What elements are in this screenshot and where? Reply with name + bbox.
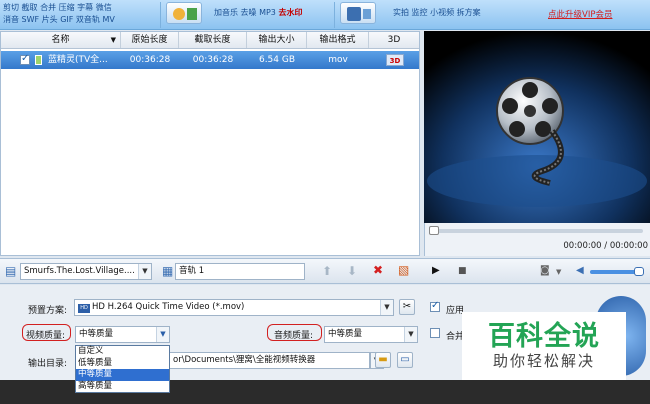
audio-track-icon: ▦ [162, 264, 174, 278]
vip-upgrade-link[interactable]: 点此升级VIP会员 [548, 8, 612, 20]
video-quality-value: 中等质量 [79, 329, 114, 339]
video-preview[interactable] [424, 31, 650, 223]
quality-option[interactable]: 低等质量 [76, 358, 169, 370]
playback-time: 00:00:00 / 00:00:00 [563, 241, 648, 251]
chevron-down-icon[interactable]: ▼ [156, 327, 169, 342]
video-quality-dropdown-list[interactable]: 自定义 低等质量 中等质量 高等质量 [75, 345, 170, 393]
media-toolbar: ▤ Smurfs.The.Lost.Village.... ▼ ▦ 音轨 1 ⬆… [0, 258, 650, 284]
column-header-original-length[interactable]: 原始长度 [121, 32, 179, 48]
watermark-title: 百科全说 [488, 321, 600, 352]
row-output-format: mov [328, 55, 348, 65]
column-header-cut-length[interactable]: 截取长度 [179, 32, 247, 48]
audio-tools-label[interactable]: 加音乐 去噪 MP3 [214, 8, 276, 17]
delete-icon[interactable]: ✖ [373, 263, 383, 277]
camera-snapshot-icon[interactable]: ◙ [540, 264, 550, 278]
playback-seek-area: 00:00:00 / 00:00:00 [424, 223, 650, 256]
subtitle-select[interactable]: Smurfs.The.Lost.Village.... ▼ [20, 263, 152, 280]
file-list-header: 名称 ▼ 原始长度 截取长度 输出大小 输出格式 3D [1, 32, 419, 49]
subtitle-icon: ▤ [5, 264, 17, 278]
row-name: 蓝精灵(TV全... [48, 55, 108, 65]
merge-checkbox[interactable] [430, 328, 440, 338]
camera-tool-icon[interactable] [340, 2, 376, 24]
watermark-tool-label[interactable]: 去水印 [278, 8, 302, 17]
preset-select[interactable]: HD HD H.264 Quick Time Video (*.mov) ▼ [74, 299, 394, 316]
edit-tools-line2[interactable]: 消音 SWF 片头 GIF 双音轨 MV [3, 14, 115, 25]
chevron-down-icon[interactable]: ▼ [138, 264, 151, 279]
audio-quality-label: 音频质量: [274, 331, 314, 341]
video-quality-select[interactable]: 中等质量 ▼ [75, 326, 170, 343]
move-up-icon[interactable]: ⬆ [322, 264, 332, 278]
chevron-down-icon[interactable]: ▼ [556, 265, 561, 279]
volume-slider[interactable] [590, 267, 644, 276]
column-name-label: 名称 [51, 35, 70, 45]
output-dir-label: 输出目录: [28, 359, 68, 369]
open-folder-icon[interactable]: ▭ [397, 352, 413, 368]
quality-option[interactable]: 自定义 [76, 346, 169, 358]
chevron-down-icon[interactable]: ▼ [404, 327, 417, 342]
row-original-length: 00:36:28 [129, 55, 171, 65]
stop-icon[interactable]: ■ [458, 264, 467, 278]
row-checkbox[interactable] [20, 53, 30, 65]
preset-select-value: HD H.264 Quick Time Video (*.mov) [92, 302, 245, 312]
row-cut-length: 00:36:28 [192, 55, 234, 65]
seek-slider[interactable] [429, 226, 643, 235]
toolbar-divider [160, 2, 161, 28]
volume-handle[interactable] [634, 267, 644, 276]
quality-option-selected[interactable]: 中等质量 [76, 369, 169, 381]
edit-tools-group[interactable]: 剪切 截取 合并 压缩 字幕 微信 消音 SWF 片头 GIF 双音轨 MV [0, 0, 160, 30]
quality-option[interactable]: 高等质量 [76, 381, 169, 393]
audio-tools[interactable]: 加音乐 去噪 MP3 去水印 [214, 7, 302, 18]
chevron-down-icon[interactable]: ▼ [380, 300, 393, 315]
move-down-icon[interactable]: ⬇ [347, 264, 357, 278]
audio-tool-icon[interactable] [166, 2, 202, 24]
top-toolbar: 剪切 截取 合并 压缩 字幕 微信 消音 SWF 片头 GIF 双音轨 MV 加… [0, 0, 650, 30]
subtitle-select-value: Smurfs.The.Lost.Village.... [24, 266, 135, 276]
column-header-output-size[interactable]: 输出大小 [247, 32, 307, 48]
video-quality-label: 视频质量: [26, 331, 66, 341]
chevron-down-icon[interactable]: ▼ [111, 32, 116, 48]
clear-list-icon[interactable]: ▧ [398, 263, 409, 277]
column-header-3d[interactable]: 3D [369, 32, 419, 48]
film-reel-logo-icon [424, 31, 650, 223]
audio-quality-value: 中等质量 [328, 329, 363, 339]
seek-handle[interactable] [429, 226, 439, 235]
output-dir-value: or\Documents\狸窝\全能视频转换器 [173, 355, 316, 365]
folder-browse-icon[interactable]: ▬ [375, 352, 391, 368]
watermark-subtitle: 助你轻松解决 [492, 352, 595, 370]
output-dir-input[interactable]: or\Documents\狸窝\全能视频转换器 [170, 352, 370, 369]
hd-badge-icon: HD [78, 304, 90, 313]
settings-tool-icon[interactable]: ✂ [399, 299, 415, 315]
column-header-name[interactable]: 名称 ▼ [1, 32, 121, 48]
table-row[interactable]: 蓝精灵(TV全... 00:36:28 00:36:28 6.54 GB mov… [1, 51, 419, 69]
toolbar-divider [334, 2, 335, 28]
volume-icon[interactable]: ◀ [576, 264, 584, 278]
file-list-panel: 名称 ▼ 原始长度 截取长度 输出大小 输出格式 3D 蓝精灵(TV全... 0… [0, 31, 420, 256]
play-icon[interactable]: ▶ [432, 264, 440, 278]
audio-track-value: 音轨 1 [179, 266, 205, 276]
record-tools-label[interactable]: 实拍 监控 小视频 拆方案 [393, 7, 481, 18]
column-header-output-format[interactable]: 输出格式 [307, 32, 369, 48]
edit-tools-line1[interactable]: 剪切 截取 合并 压缩 字幕 微信 [3, 2, 112, 13]
three-d-badge-icon[interactable]: 3D [386, 54, 404, 66]
audio-quality-select[interactable]: 中等质量 ▼ [324, 326, 418, 343]
audio-track-select[interactable]: 音轨 1 [175, 263, 305, 280]
row-output-size: 6.54 GB [258, 55, 296, 65]
preset-label: 预置方案: [28, 306, 68, 316]
apply-checkbox[interactable] [430, 300, 440, 312]
site-watermark: 百科全说 助你轻松解决 [462, 312, 626, 380]
video-file-icon [35, 55, 42, 65]
